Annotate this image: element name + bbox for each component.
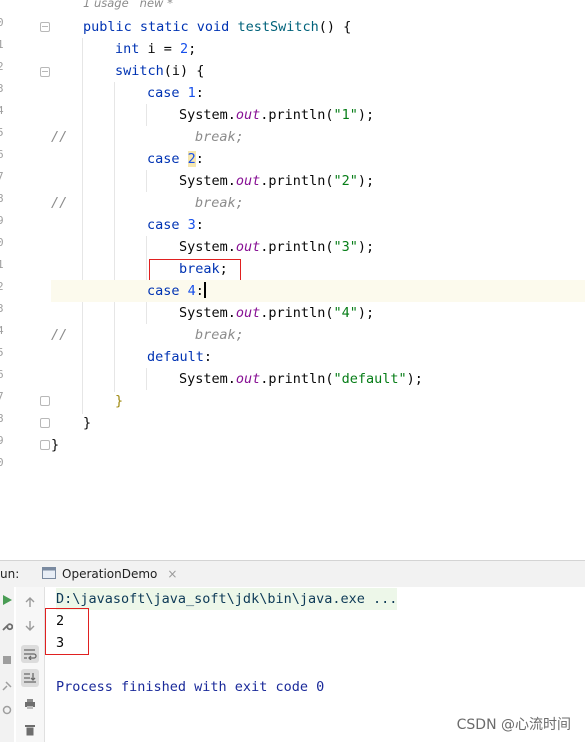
code-line: System.out.println("4"); — [179, 305, 375, 321]
line-number: 6 — [0, 148, 4, 161]
line-number: 7 — [0, 390, 4, 403]
console-toolbar — [16, 587, 45, 742]
console-tab-icon — [42, 566, 56, 582]
line-number: 2 — [0, 60, 4, 73]
line-number: 0 — [0, 456, 4, 469]
text-caret — [203, 282, 206, 298]
line-number: 4 — [0, 104, 4, 117]
fold-end-icon[interactable] — [40, 440, 50, 450]
run-label: un: — [0, 567, 20, 581]
fold-marker-icon[interactable] — [40, 22, 50, 32]
scroll-to-end-icon[interactable] — [21, 669, 39, 687]
code-line: break; — [179, 261, 228, 277]
fold-marker-icon[interactable] — [40, 67, 50, 77]
code-line: default: — [147, 349, 213, 365]
code-line: public static void testSwitch() { — [83, 19, 352, 35]
trash-icon[interactable] — [21, 721, 39, 739]
output-highlight-box — [45, 608, 89, 655]
settings-icon[interactable] — [0, 701, 14, 719]
code-line: //break; — [51, 327, 244, 343]
usage-hint[interactable]: 1 usage new * — [83, 0, 173, 10]
code-line: //break; — [51, 195, 244, 211]
line-number: 6 — [0, 368, 4, 381]
line-number: 4 — [0, 324, 4, 337]
code-line: //break; — [51, 129, 244, 145]
line-number: 3 — [0, 302, 4, 315]
tab-label: OperationDemo — [62, 567, 158, 581]
line-number: 2 — [0, 280, 4, 293]
pin-icon[interactable] — [0, 677, 14, 695]
close-icon[interactable]: × — [167, 567, 177, 581]
line-number: 0 — [0, 16, 4, 29]
scroll-up-icon[interactable] — [21, 593, 39, 611]
line-number: 7 — [0, 170, 4, 183]
tab-operation-demo[interactable]: OperationDemo × — [36, 561, 183, 587]
code-line-current: case 4: — [51, 280, 585, 302]
code-line: case 1: — [147, 85, 204, 101]
watermark: CSDN @心流时间 — [456, 717, 571, 733]
line-number: 5 — [0, 346, 4, 359]
line-number: 0 — [0, 236, 4, 249]
line-number: 1 — [0, 38, 4, 51]
highlight-box — [149, 259, 241, 281]
wrench-icon[interactable] — [0, 617, 14, 635]
print-icon[interactable] — [21, 695, 39, 713]
code-line: } — [83, 415, 92, 431]
line-number: 1 — [0, 258, 4, 271]
code-line: System.out.println("2"); — [179, 173, 375, 189]
code-line: int i = 2; — [115, 41, 197, 57]
code-line: case 3: — [147, 217, 204, 233]
line-number: 8 — [0, 192, 4, 205]
line-number: 3 — [0, 82, 4, 95]
fold-end-icon[interactable] — [40, 418, 50, 428]
fold-end-icon[interactable] — [40, 396, 50, 406]
console-exit-message: Process finished with exit code 0 — [56, 679, 325, 695]
code-line: switch(i) { — [115, 63, 205, 79]
soft-wrap-icon[interactable] — [21, 645, 39, 663]
console-command-line: D:\javasoft\java_soft\jdk\bin\java.exe .… — [56, 588, 398, 610]
code-line: System.out.println("3"); — [179, 239, 375, 255]
line-number: 9 — [0, 214, 4, 227]
left-action-strip — [0, 587, 14, 742]
scroll-down-icon[interactable] — [21, 617, 39, 635]
code-line: } — [51, 437, 60, 453]
code-line: System.out.println("default"); — [179, 371, 423, 387]
run-console: D:\javasoft\java_soft\jdk\bin\java.exe .… — [0, 587, 585, 742]
line-number: 8 — [0, 412, 4, 425]
code-line: case 2: — [147, 151, 204, 167]
run-icon[interactable] — [0, 591, 14, 609]
code-line: } — [115, 393, 124, 409]
code-line: System.out.println("1"); — [179, 107, 375, 123]
line-number: 9 — [0, 434, 4, 447]
run-tool-window-header: un: OperationDemo × — [0, 560, 585, 588]
line-number: 5 — [0, 126, 4, 139]
stop-icon[interactable] — [0, 651, 14, 669]
code-editor[interactable]: 0 1 2 3 4 5 6 7 8 9 0 1 2 3 4 5 6 7 8 9 … — [0, 0, 585, 560]
